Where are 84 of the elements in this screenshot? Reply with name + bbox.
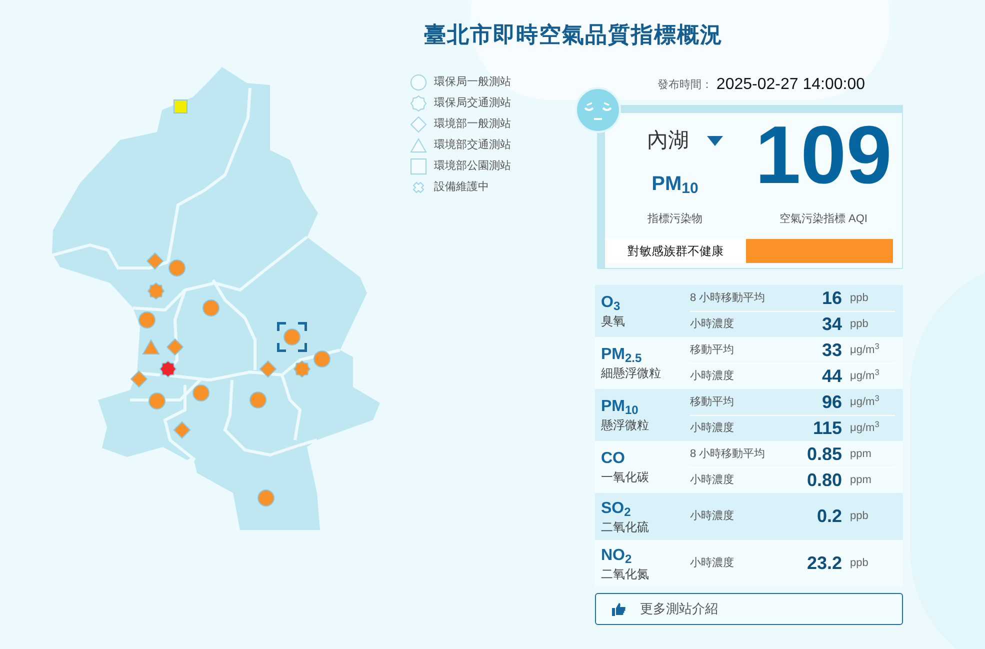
reading-label: 8 小時移動平均 (690, 290, 766, 306)
square-icon (410, 158, 427, 174)
reading-value: 96 (820, 390, 842, 414)
reading-unit: μg/m$^{3}$ (850, 394, 880, 410)
reading-value: 34 (820, 313, 842, 336)
legend-label: 設備維護中 (434, 180, 489, 195)
reading-label: 小時濃度 (690, 420, 735, 436)
reading-label: 移動平均 (690, 342, 735, 358)
caret-icon (707, 136, 723, 146)
status-text: 對敏感族群不健康 (605, 239, 746, 263)
station-diamond-marker[interactable] (146, 252, 164, 270)
station-circle-marker[interactable] (168, 259, 186, 277)
reading-label: 小時濃度 (690, 508, 735, 524)
more-stations-button[interactable]: 更多測站介紹 (595, 593, 903, 625)
legend-label: 環境部公園測站 (434, 158, 511, 174)
reading-value: 115 (812, 417, 842, 440)
station-circle-marker[interactable] (249, 391, 267, 409)
station-triangle-marker[interactable] (142, 338, 160, 356)
station-circle-marker[interactable] (148, 392, 166, 410)
legend-label: 環保局一般測站 (434, 74, 511, 90)
reading-unit: μg/m$^{3}$ (850, 368, 880, 384)
pollutant-chinese-name: 二氧化硫 (601, 518, 650, 534)
reading-unit: ppb (850, 290, 868, 306)
publish-label: 發布時間： (657, 78, 712, 93)
reading-value: 44 (820, 365, 842, 388)
reading-unit: ppb (850, 317, 868, 332)
station-circle-marker[interactable] (283, 328, 301, 346)
diamond-icon (410, 116, 427, 132)
pollutant-symbol: PM$_{10}$ (601, 397, 640, 417)
reading-unit: ppm (850, 446, 872, 462)
triangle-icon (410, 136, 427, 154)
legend-label: 環境部交通測站 (434, 138, 511, 153)
legend-label: 環保局交通測站 (434, 96, 511, 111)
reading-label: 8 小時移動平均 (690, 446, 766, 462)
thumbs-up-icon (612, 602, 626, 616)
station-diamond-marker[interactable] (166, 338, 184, 356)
pollutant-name: PM$_{10}$ (652, 172, 698, 198)
reading-value: 23.2 (806, 552, 842, 575)
reading-unit: ppb (850, 556, 868, 572)
station-circle-marker[interactable] (257, 489, 275, 507)
aqi-value: 109 (755, 115, 892, 197)
pollutant-symbol: CO (601, 449, 626, 469)
reading-label: 小時濃度 (690, 316, 735, 332)
reading-value: 0.80 (806, 469, 842, 492)
pollutant-chinese-name: 懸浮微粒 (601, 417, 650, 433)
station-circle-marker[interactable] (192, 384, 210, 402)
reading-unit: ppb (850, 509, 868, 524)
reading-label: 小時濃度 (690, 556, 735, 572)
aqi-caption: 空氣污染指標 AQI (779, 212, 868, 227)
legend-label: 環境部一般測站 (434, 116, 511, 132)
reading-value: 0.85 (806, 442, 842, 466)
pollutant-chinese-name: 一氧化碳 (601, 469, 650, 485)
pollutant-caption: 指標污染物 (648, 212, 702, 226)
pollutant-symbol: NO$_{2}$ (601, 546, 633, 566)
station-circle-marker[interactable] (202, 299, 220, 317)
reading-unit: μg/m$^{3}$ (850, 342, 880, 358)
reading-label: 小時濃度 (690, 368, 735, 384)
publish-time: 2025-02-27 14:00:00 (716, 75, 865, 95)
pollutant-symbol: PM$_{2.5}$ (601, 345, 643, 365)
pollutant-symbol: O$_{3}$ (601, 293, 622, 313)
reading-unit: ppm (850, 473, 872, 488)
reading-label: 移動平均 (690, 394, 735, 410)
station-diamond-marker[interactable] (259, 360, 277, 378)
station-star-marker[interactable] (147, 282, 165, 300)
station-dropdown[interactable]: 內湖 (627, 125, 723, 156)
station-circle-marker[interactable] (138, 311, 156, 329)
reading-value: 0.2 (816, 505, 842, 528)
station-square-marker[interactable] (172, 98, 188, 114)
circle-icon (410, 74, 427, 90)
station-diamond-marker[interactable] (173, 421, 191, 439)
station-star-marker[interactable] (159, 360, 177, 378)
pollutant-chinese-name: 二氧化氮 (601, 566, 650, 582)
pollutant-symbol: SO$_{2}$ (601, 498, 632, 518)
reading-value: 33 (820, 338, 842, 362)
pollutant-chinese-name: 細懸浮微粒 (601, 365, 662, 381)
station-diamond-marker[interactable] (130, 370, 148, 388)
pollutant-chinese-name: 臭氧 (601, 313, 626, 329)
page-title: 臺北市即時空氣品質指標概況 (424, 21, 724, 49)
reading-value: 16 (820, 286, 842, 310)
reading-unit: μg/m$^{3}$ (850, 420, 880, 436)
station-circle-marker[interactable] (313, 350, 331, 368)
star-icon (410, 94, 427, 112)
reading-label: 小時濃度 (690, 472, 735, 488)
station-star-marker[interactable] (293, 360, 311, 378)
